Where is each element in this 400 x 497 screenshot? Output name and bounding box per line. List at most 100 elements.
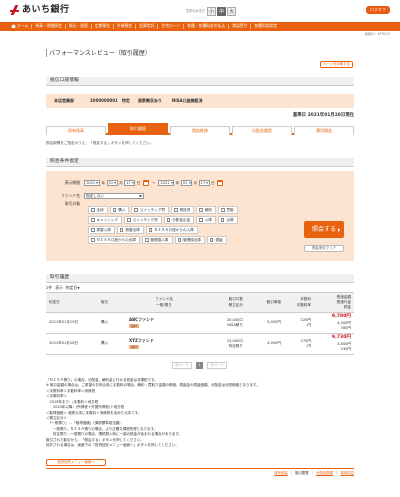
search-button[interactable]: 照会する — [304, 221, 344, 238]
clear-conditions-button[interactable]: 照会条件クリア — [304, 245, 344, 252]
unit-year: 年 — [101, 180, 106, 185]
nav-item-foreign-deposit[interactable]: 外貨預金 — [114, 24, 137, 29]
checkbox-buyback[interactable]: 買取 — [218, 206, 238, 214]
checkbox-admin-out[interactable]: 管理換出庫 — [174, 236, 205, 244]
nav-item-time-deposit[interactable]: 定期預金 — [92, 24, 115, 29]
checkbox-nisa-out[interactable]: ＮＩＳＡ口座からの出庫 — [88, 236, 141, 244]
col-amount-line3: 税金 — [343, 305, 351, 310]
link-separator: ｜ — [335, 471, 339, 475]
checkbox-reinvest[interactable]: 再投資 — [171, 206, 195, 214]
search-section-title: 照会条件指定 — [46, 158, 354, 167]
checkbox-icon — [148, 228, 153, 232]
table-row: 2021年01月19日 購入 ABCファンド 買付 20,000口 NISA積り 5… — [46, 312, 354, 334]
footer-link-holdings[interactable]: 保有残高 — [274, 471, 288, 475]
to-month-select[interactable]: 01 — [180, 180, 192, 186]
prev-page-button[interactable]: 前ページ — [172, 362, 192, 369]
to-day-select[interactable]: 17 — [198, 180, 210, 186]
to-year-select[interactable]: 2021 — [158, 180, 175, 186]
checkbox-icon — [199, 208, 203, 212]
target-checkbox-grid: 全体 購入 スイッチング買 再投資 解約 買取 キャッシング スイッチング売 分… — [88, 206, 288, 246]
checkbox-switch-sell[interactable]: スイッチング売 — [124, 216, 162, 224]
account-branch: 本店営業部 — [54, 97, 74, 103]
fund-name-link[interactable]: ABCファンド — [129, 317, 202, 323]
col-fund: ファンド名 一般/預り — [126, 292, 202, 313]
period-row: 表示期間 2021 年 01 月 17 日 〜 2021 年 01 月 17 日 — [50, 180, 224, 186]
target-row: 取引対象 — [50, 201, 84, 207]
from-day-value: 17 — [126, 180, 131, 185]
chevron-down-icon — [206, 181, 209, 185]
logout-button[interactable]: ログオフ — [366, 6, 390, 14]
checkbox-deposit-out[interactable]: 出庫 — [217, 216, 238, 224]
col-fee-line2: 手数料率 — [296, 302, 311, 307]
sort-select[interactable]: 約定日▼ — [66, 285, 80, 291]
cell-price: 4,000円 — [246, 333, 284, 355]
col-amount: 受渡金額 受渡代金 税金 — [314, 292, 354, 313]
footer-links: 保有残高 ｜ 取引履歴 ｜ 分配金履歴 ｜ 運用損益 — [272, 471, 354, 475]
footer-link-distribution[interactable]: 分配金履歴 — [316, 471, 333, 475]
checkbox-nisa-in[interactable]: ＮＩＳＡ口座からの入庫 — [145, 226, 198, 234]
tab-bar: 保有残高 取引履歴 損益推移 分配金履歴 運用損益 — [46, 123, 354, 135]
link-separator: ｜ — [289, 471, 294, 475]
fund-select[interactable]: 指定しない — [84, 193, 144, 199]
checkbox-label: スイッチング売 — [132, 217, 158, 222]
pagination: 前ページ 1 次ページ — [172, 362, 227, 369]
tab-profit-trend[interactable]: 損益推移 — [170, 126, 230, 135]
checkbox-switch-buy[interactable]: スイッチング買 — [131, 206, 170, 214]
checkbox-transfer-in[interactable]: 振替入庫 — [88, 226, 115, 234]
calendar-icon[interactable] — [217, 180, 224, 186]
from-month-select[interactable]: 01 — [106, 180, 118, 186]
checkbox-icon — [127, 218, 131, 222]
font-size-medium-button[interactable]: 中 — [217, 7, 227, 16]
back-to-menu-button[interactable]: 投資信託メニュー画面へ — [46, 459, 106, 466]
page-number-current[interactable]: 1 — [196, 362, 203, 369]
fee-sub: -円 — [306, 344, 311, 348]
font-size-label: 文字の大きさ — [186, 8, 206, 13]
next-page-button[interactable]: 次ページ — [207, 362, 227, 369]
from-day-select[interactable]: 17 — [124, 180, 136, 186]
tab-holdings[interactable]: 保有残高 — [46, 126, 106, 135]
tab-performance[interactable]: 運用損益 — [294, 126, 354, 135]
fund-name-link[interactable]: XYZファンド — [129, 338, 202, 344]
tab-distribution[interactable]: 分配金履歴 — [232, 126, 292, 135]
tab-history[interactable]: 取引履歴 — [108, 123, 168, 135]
checkbox-cashing[interactable]: キャッシング — [88, 216, 123, 224]
font-size-large-button[interactable]: 大 — [227, 7, 237, 16]
checkbox-icon — [199, 218, 203, 222]
history-count: 2件 — [46, 285, 53, 291]
nav-item-settings[interactable]: 各種利用設定 — [251, 24, 280, 29]
checkbox-admin-in[interactable]: 管理換入庫 — [142, 236, 173, 244]
nav-item-home[interactable]: ホーム — [8, 23, 33, 29]
nav-item-balance[interactable]: 残高・明細照会 — [32, 24, 66, 29]
checkbox-icon — [134, 208, 138, 212]
checkbox-redemption[interactable]: 償還 — [206, 236, 227, 244]
calendar-icon[interactable] — [142, 180, 149, 186]
font-size-small-button[interactable]: 小 — [207, 7, 217, 16]
nav-item-housing-loan[interactable]: 住宅ローン — [158, 24, 185, 29]
nav-item-investment-trust[interactable]: 投資信託 — [136, 24, 159, 29]
fee-sub: -円 — [306, 323, 311, 327]
chevron-down-icon — [114, 181, 117, 185]
bank-logo[interactable]: あいち銀行 — [10, 5, 70, 16]
checkbox-transfer-out[interactable]: 振替出庫 — [116, 226, 144, 234]
checkbox-purchase[interactable]: 購入 — [109, 206, 130, 214]
checkbox-cancel[interactable]: 解約 — [196, 206, 216, 214]
history-table: 約定日 取引 ファンド名 一般/預り 取引口数 積立区分 取引単価 手数料 手数料率 … — [46, 292, 354, 355]
trade-tag: 買付 — [129, 323, 140, 329]
checkbox-all[interactable]: 全体 — [88, 206, 108, 214]
sort-arrow-icon: ▼ — [77, 286, 80, 290]
nav-item-notifications[interactable]: 諸届受付 — [229, 24, 252, 29]
history-section-title: 取引履歴 — [46, 274, 354, 283]
checkbox-deposit-in[interactable]: 入庫 — [196, 216, 216, 224]
fund-value: 指定しない — [86, 193, 104, 198]
nav-item-transfer[interactable]: 振込・振替 — [66, 24, 92, 29]
from-year-select[interactable]: 2021 — [84, 180, 100, 186]
nav-item-payments[interactable]: 各種・各種料金の払込 — [184, 24, 230, 29]
chevron-down-icon — [131, 181, 134, 185]
checkbox-label: 全体 — [96, 207, 104, 212]
checkbox-dividend-out[interactable]: 分配金出金 — [163, 216, 195, 224]
checkbox-icon — [221, 208, 225, 212]
base-date: 基準日 2021年01月20日現在 — [292, 113, 354, 118]
print-button[interactable]: ページを印刷する — [320, 61, 353, 68]
checkbox-label: 管理換出庫 — [183, 237, 201, 242]
footer-link-performance[interactable]: 運用損益 — [340, 471, 354, 475]
